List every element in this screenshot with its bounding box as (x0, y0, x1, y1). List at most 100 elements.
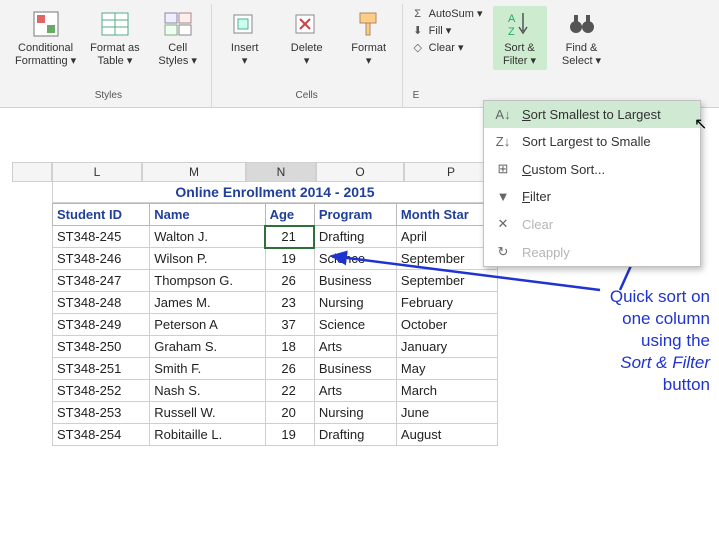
cell[interactable]: August (396, 424, 497, 446)
label: ▾ (366, 55, 372, 68)
sort-filter-button[interactable]: AZ Sort & Filter ▾ (493, 6, 547, 70)
cell[interactable]: ST348-246 (53, 248, 150, 270)
menu-filter[interactable]: ▼ Filter (484, 183, 700, 210)
cell[interactable]: Science (314, 314, 396, 336)
cell[interactable]: ST348-245 (53, 226, 150, 248)
format-button[interactable]: Format ▾ (342, 6, 396, 70)
table-row: ST348-250Graham S.18ArtsJanuary (53, 336, 498, 358)
cell[interactable]: 26 (265, 358, 314, 380)
custom-sort-icon: ⊞ (494, 161, 512, 177)
cell[interactable]: Business (314, 358, 396, 380)
cell[interactable]: Nursing (314, 292, 396, 314)
cell[interactable]: Nursing (314, 402, 396, 424)
cell[interactable]: 19 (265, 424, 314, 446)
cell[interactable]: Walton J. (150, 226, 265, 248)
label: Clear (522, 217, 553, 232)
cell[interactable]: March (396, 380, 497, 402)
table-row: ST348-251Smith F.26BusinessMay (53, 358, 498, 380)
table-header[interactable]: Student ID (53, 204, 150, 226)
eraser-icon: ◇ (411, 41, 425, 54)
sort-asc-icon: A↓ (494, 107, 512, 122)
cell[interactable]: 22 (265, 380, 314, 402)
cell[interactable]: 23 (265, 292, 314, 314)
delete-button[interactable]: Delete ▾ (280, 6, 334, 70)
cell[interactable]: Science (314, 248, 396, 270)
cell[interactable]: ST348-249 (53, 314, 150, 336)
cell[interactable]: 19 (265, 248, 314, 270)
cell[interactable]: Graham S. (150, 336, 265, 358)
data-table: Student IDNameAgeProgramMonth Star ST348… (52, 203, 498, 446)
menu-custom-sort[interactable]: ⊞ Custom Sort... (484, 155, 700, 183)
format-as-table-button[interactable]: Format as Table ▾ (87, 6, 143, 70)
label: Insert (231, 42, 259, 55)
cell[interactable]: Wilson P. (150, 248, 265, 270)
label: ilter (530, 189, 551, 204)
group-label: Styles (95, 88, 122, 105)
cell[interactable]: ST348-252 (53, 380, 150, 402)
cell[interactable]: 18 (265, 336, 314, 358)
cell[interactable]: Thompson G. (150, 270, 265, 292)
cell[interactable]: Business (314, 270, 396, 292)
ribbon: Conditional Formatting ▾ Format as Table… (0, 0, 719, 108)
autosum-button[interactable]: ΣAutoSum ▾ (409, 6, 485, 21)
column-header[interactable] (12, 162, 52, 182)
cell[interactable]: ST348-248 (53, 292, 150, 314)
insert-icon (232, 8, 258, 40)
column-header[interactable]: O (316, 162, 404, 182)
cell[interactable]: ST348-254 (53, 424, 150, 446)
cell[interactable]: ST348-253 (53, 402, 150, 424)
label: Fill ▾ (429, 24, 452, 37)
label: ▾ (242, 55, 248, 68)
label: Find & (566, 42, 598, 55)
cell[interactable]: May (396, 358, 497, 380)
menu-reapply: ↻ Reapply (484, 238, 700, 266)
cell[interactable]: Nash S. (150, 380, 265, 402)
conditional-formatting-icon (31, 8, 61, 40)
table-header[interactable]: Age (265, 204, 314, 226)
label: Formatting ▾ (15, 55, 76, 68)
sort-filter-menu: A↓ Sort Smallest to Largest Z↓ Sort Larg… (483, 100, 701, 267)
annotation-text: Quick sort on one column using the Sort … (540, 286, 710, 396)
column-header[interactable]: L (52, 162, 142, 182)
column-header[interactable]: M (142, 162, 246, 182)
find-select-button[interactable]: Find & Select ▾ (555, 6, 609, 70)
group-editing: ΣAutoSum ▾ ⬇Fill ▾ ◇ Clear ▾ AZ Sort & Fi… (403, 4, 615, 107)
cell[interactable]: Smith F. (150, 358, 265, 380)
insert-button[interactable]: Insert ▾ (218, 6, 272, 70)
cell[interactable]: 26 (265, 270, 314, 292)
menu-clear: ✕ Clear (484, 210, 700, 238)
cell[interactable]: Peterson A (150, 314, 265, 336)
group-styles: Conditional Formatting ▾ Format as Table… (6, 4, 212, 107)
clear-button[interactable]: ◇ Clear ▾ (409, 40, 485, 55)
cell[interactable]: Russell W. (150, 402, 265, 424)
cell-styles-icon (163, 8, 193, 40)
cell[interactable]: Drafting (314, 424, 396, 446)
cell[interactable]: September (396, 270, 497, 292)
cell[interactable]: ST348-250 (53, 336, 150, 358)
cell[interactable]: James M. (150, 292, 265, 314)
cell[interactable]: ST348-251 (53, 358, 150, 380)
reapply-icon: ↻ (494, 244, 512, 260)
cell[interactable]: 21 (265, 226, 314, 248)
menu-sort-desc[interactable]: Z↓ Sort Largest to Smalle (484, 128, 700, 155)
label: Clear ▾ (429, 41, 464, 54)
cell[interactable]: Drafting (314, 226, 396, 248)
cell[interactable]: February (396, 292, 497, 314)
label: Format as (90, 42, 140, 55)
cell[interactable]: Arts (314, 380, 396, 402)
conditional-formatting-button[interactable]: Conditional Formatting ▾ (12, 6, 79, 70)
cell[interactable]: 37 (265, 314, 314, 336)
cell[interactable]: Arts (314, 336, 396, 358)
cell-styles-button[interactable]: Cell Styles ▾ (151, 6, 205, 70)
fill-button[interactable]: ⬇Fill ▾ (409, 23, 485, 38)
cell[interactable]: 20 (265, 402, 314, 424)
cell[interactable]: June (396, 402, 497, 424)
cell[interactable]: ST348-247 (53, 270, 150, 292)
cell[interactable]: October (396, 314, 497, 336)
table-header[interactable]: Name (150, 204, 265, 226)
menu-sort-asc[interactable]: A↓ Sort Smallest to Largest (484, 101, 700, 128)
cell[interactable]: Robitaille L. (150, 424, 265, 446)
table-header[interactable]: Program (314, 204, 396, 226)
column-header[interactable]: N (246, 162, 316, 182)
cell[interactable]: January (396, 336, 497, 358)
